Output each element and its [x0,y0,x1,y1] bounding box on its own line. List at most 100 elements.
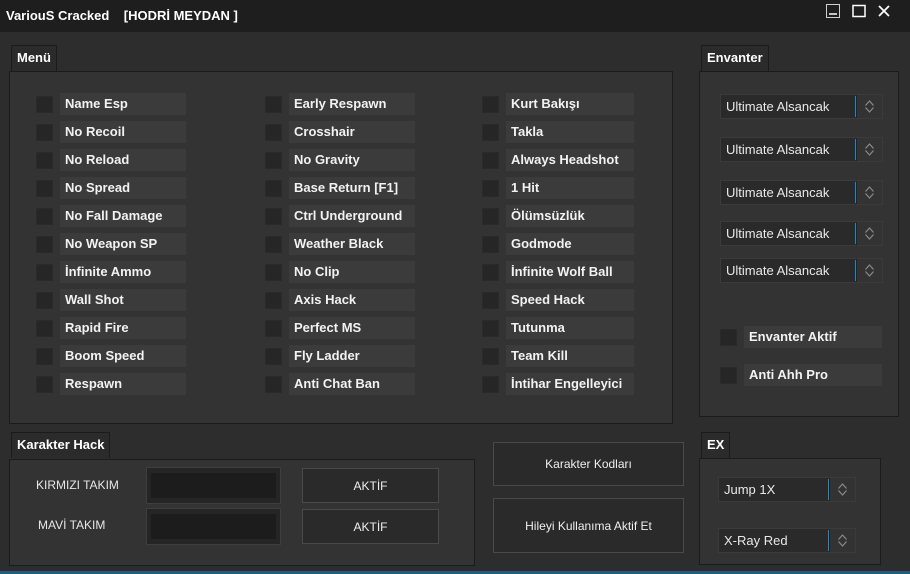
checkbox-box[interactable] [265,151,282,169]
checkbox-box[interactable] [720,366,737,384]
checkbox-box[interactable] [482,319,499,337]
menu-checkbox[interactable]: Perfect MS [265,317,415,339]
checkbox-box[interactable] [482,95,499,113]
checkbox-box[interactable] [265,347,282,365]
menu-checkbox[interactable]: Base Return [F1] [265,177,415,199]
menu-checkbox[interactable]: Weather Black [265,233,415,255]
menu-checkbox[interactable]: No Spread [36,177,186,199]
checkbox-box[interactable] [36,291,53,309]
red-team-aktif-button[interactable]: AKTİF [302,468,439,503]
menu-checkbox[interactable]: İnfinite Ammo [36,261,186,283]
menu-checkbox[interactable]: Takla [482,121,634,143]
checkbox-box[interactable] [36,319,53,337]
checkbox-box[interactable] [482,179,499,197]
menu-checkbox[interactable]: No Recoil [36,121,186,143]
checkbox-box[interactable] [36,263,53,281]
dropdown-arrows[interactable] [856,259,882,282]
checkbox-box[interactable] [265,207,282,225]
dropdown-value: Ultimate Alsancak [726,99,830,114]
checkbox-box[interactable] [482,123,499,141]
blue-team-aktif-button[interactable]: AKTİF [302,509,439,544]
karakter-kodlari-button[interactable]: Karakter Kodları [493,442,684,486]
menu-checkbox[interactable]: Crosshair [265,121,415,143]
dropdown-arrows[interactable] [856,138,882,161]
checkbox-box[interactable] [265,375,282,393]
dropdown-arrows[interactable] [829,478,855,501]
close-button[interactable] [873,2,895,20]
checkbox-box[interactable] [265,319,282,337]
blue-team-field[interactable] [146,508,281,545]
envanter-aktif-checkbox[interactable]: Envanter Aktif [720,326,882,348]
dropdown-arrows[interactable] [829,529,855,552]
dropdown-select[interactable]: X-Ray Red [718,528,856,553]
checkbox-box[interactable] [482,151,499,169]
checkbox-label: Anti Chat Ban [289,373,415,395]
checkbox-box[interactable] [265,123,282,141]
menu-checkbox[interactable]: Rapid Fire [36,317,186,339]
chevron-down-icon [865,107,874,113]
menu-checkbox[interactable]: Always Headshot [482,149,634,171]
menu-checkbox[interactable]: Team Kill [482,345,634,367]
checkbox-box[interactable] [36,207,53,225]
dropdown-select[interactable]: Ultimate Alsancak [720,94,883,119]
checkbox-box[interactable] [265,95,282,113]
menu-checkbox[interactable]: Ölümsüzlük [482,205,634,227]
menu-checkbox[interactable]: Anti Chat Ban [265,373,415,395]
checkbox-box[interactable] [265,263,282,281]
menu-checkbox[interactable]: No Weapon SP [36,233,186,255]
dropdown-arrows[interactable] [856,222,882,245]
dropdown-select[interactable]: Ultimate Alsancak [720,180,883,205]
checkbox-box[interactable] [482,263,499,281]
menu-checkbox[interactable]: No Fall Damage [36,205,186,227]
maximize-button[interactable] [848,2,870,20]
menu-checkbox[interactable]: Speed Hack [482,289,634,311]
dropdown-select[interactable]: Ultimate Alsancak [720,221,883,246]
menu-checkbox[interactable]: No Reload [36,149,186,171]
title-bar[interactable]: VariouS Cracked [HODRİ MEYDAN ] [0,0,910,32]
dropdown-select[interactable]: Jump 1X [718,477,856,502]
checkbox-box[interactable] [482,235,499,253]
checkbox-box[interactable] [36,235,53,253]
checkbox-box[interactable] [36,375,53,393]
menu-checkbox[interactable]: Tutunma [482,317,634,339]
checkbox-box[interactable] [36,151,53,169]
checkbox-box[interactable] [36,95,53,113]
menu-checkbox[interactable]: 1 Hit [482,177,634,199]
dropdown-value: X-Ray Red [724,533,788,548]
menu-checkbox[interactable]: No Gravity [265,149,415,171]
menu-checkbox[interactable]: No Clip [265,261,415,283]
menu-checkbox[interactable]: İnfinite Wolf Ball [482,261,634,283]
checkbox-box[interactable] [36,179,53,197]
menu-checkbox[interactable]: Respawn [36,373,186,395]
menu-checkbox[interactable]: Ctrl Underground [265,205,415,227]
menu-checkbox[interactable]: Name Esp [36,93,186,115]
menu-checkbox[interactable]: Wall Shot [36,289,186,311]
checkbox-label: Godmode [506,233,634,255]
checkbox-box[interactable] [265,235,282,253]
anti-ahh-pro-checkbox[interactable]: Anti Ahh Pro [720,364,882,386]
checkbox-label: Kurt Bakışı [506,93,634,115]
checkbox-box[interactable] [36,347,53,365]
checkbox-box[interactable] [482,375,499,393]
red-team-field[interactable] [146,467,281,504]
dropdown-select[interactable]: Ultimate Alsancak [720,137,883,162]
menu-checkbox[interactable]: İntihar Engelleyici [482,373,634,395]
checkbox-box[interactable] [482,291,499,309]
menu-checkbox[interactable]: Early Respawn [265,93,415,115]
checkbox-box[interactable] [482,207,499,225]
menu-checkbox[interactable]: Fly Ladder [265,345,415,367]
menu-checkbox[interactable]: Boom Speed [36,345,186,367]
dropdown-arrows[interactable] [856,181,882,204]
dropdown-arrows[interactable] [856,95,882,118]
checkbox-box[interactable] [36,123,53,141]
menu-checkbox[interactable]: Godmode [482,233,634,255]
menu-checkbox[interactable]: Kurt Bakışı [482,93,634,115]
checkbox-box[interactable] [265,291,282,309]
dropdown-select[interactable]: Ultimate Alsancak [720,258,883,283]
checkbox-box[interactable] [265,179,282,197]
checkbox-box[interactable] [720,328,737,346]
minimize-button[interactable] [822,2,844,20]
activate-hack-button[interactable]: Hileyi Kullanıma Aktif Et [493,498,684,553]
checkbox-box[interactable] [482,347,499,365]
menu-checkbox[interactable]: Axis Hack [265,289,415,311]
